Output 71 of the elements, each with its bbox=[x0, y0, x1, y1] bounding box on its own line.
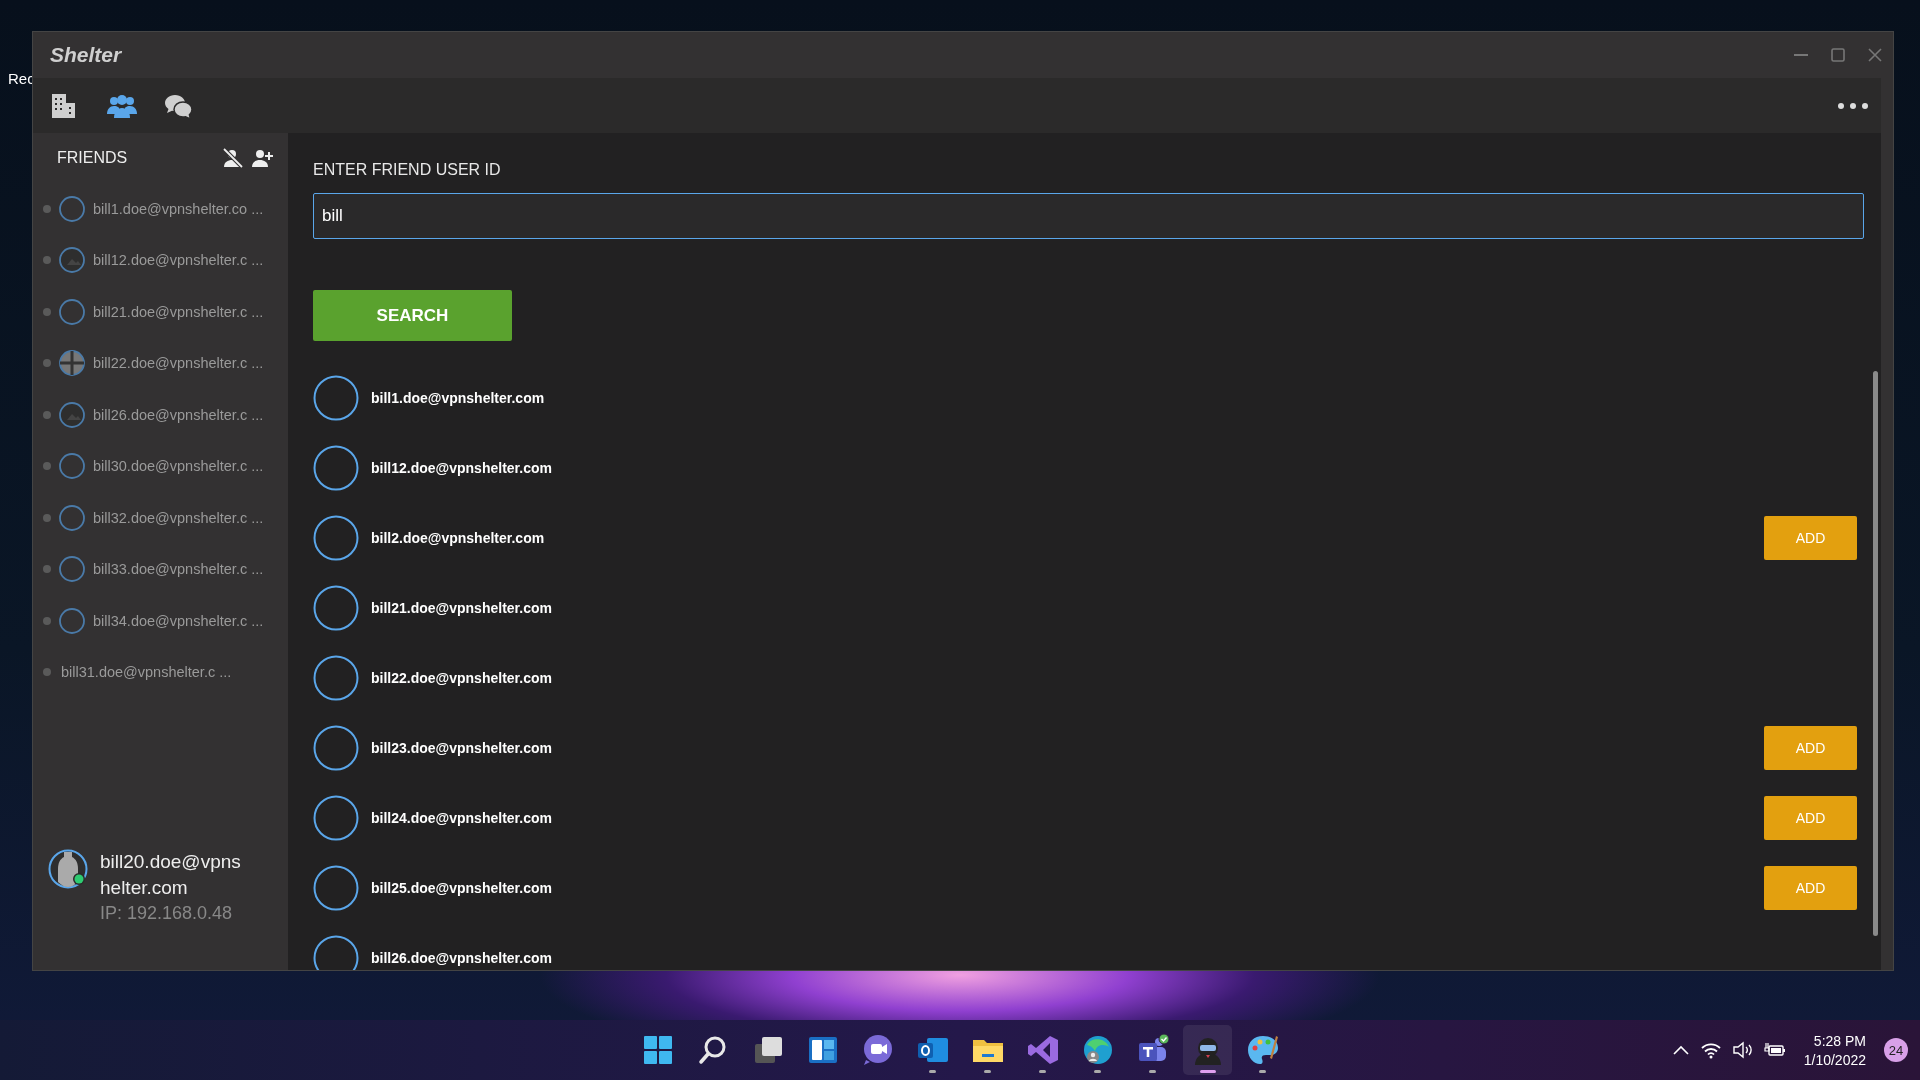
status-dot bbox=[43, 668, 51, 677]
avatar-icon bbox=[59, 607, 85, 634]
scrollbar[interactable] bbox=[1873, 371, 1878, 936]
window-title: Shelter bbox=[50, 43, 122, 67]
friend-item[interactable]: bill22.doe@vpnshelter.c ... bbox=[33, 337, 288, 389]
avatar-icon bbox=[313, 585, 359, 631]
avatar-icon bbox=[59, 556, 85, 583]
clock-time[interactable]: 5:28 PM bbox=[1813, 1032, 1866, 1049]
field-label: ENTER FRIEND USER ID bbox=[313, 161, 502, 179]
user-email: bill23.doe@vpnshelter.com bbox=[371, 740, 553, 756]
wifi-icon[interactable] bbox=[1699, 1041, 1722, 1059]
status-dot bbox=[43, 307, 51, 316]
remove-user-icon bbox=[222, 148, 244, 168]
user-email: bill2.doe@vpnshelter.com bbox=[371, 530, 546, 546]
friend-item[interactable]: bill31.doe@vpnshelter.c ... bbox=[33, 646, 288, 698]
avatar-icon bbox=[313, 935, 359, 970]
avatar-icon bbox=[59, 195, 85, 222]
user-email: bill1.doe@vpnshelter.com bbox=[371, 390, 546, 406]
friend-item[interactable]: bill32.doe@vpnshelter.c ... bbox=[33, 492, 288, 544]
friends-heading: FRIENDS bbox=[57, 149, 129, 167]
avatar-icon bbox=[59, 350, 85, 377]
friend-item[interactable]: bill34.doe@vpnshelter.c ... bbox=[33, 595, 288, 647]
user-email: bill26.doe@vpnshelter.com bbox=[371, 950, 553, 966]
user-email: bill25.doe@vpnshelter.com bbox=[371, 880, 553, 896]
user-email: bill12.doe@vpnshelter.com bbox=[371, 460, 553, 476]
friend-item[interactable]: bill21.doe@vpnshelter.c ... bbox=[33, 286, 288, 338]
avatar-icon bbox=[59, 453, 85, 480]
add-user-icon bbox=[252, 148, 274, 168]
search-button[interactable]: SEARCH bbox=[313, 290, 512, 341]
avatar-icon bbox=[313, 655, 359, 701]
status-dot bbox=[43, 256, 51, 265]
minimize-icon bbox=[1793, 54, 1808, 56]
status-dot bbox=[43, 616, 51, 625]
user-email: bill21.doe@vpnshelter.com bbox=[371, 600, 553, 616]
user-email: bill24.doe@vpnshelter.com bbox=[371, 810, 553, 826]
status-dot bbox=[43, 359, 51, 368]
taskbar-app-button[interactable] bbox=[1183, 1025, 1232, 1075]
friend-item[interactable]: bill12.doe@vpnshelter.c ... bbox=[33, 234, 288, 286]
palette-icon bbox=[1245, 1033, 1280, 1067]
avatar-icon bbox=[59, 247, 85, 274]
maximize-icon bbox=[1830, 48, 1845, 62]
status-dot bbox=[43, 513, 51, 522]
status-dot bbox=[43, 204, 51, 213]
avatar-icon bbox=[313, 795, 359, 841]
code-editor-icon bbox=[1025, 1033, 1060, 1067]
clock-date[interactable]: 1/10/2022 bbox=[1803, 1051, 1866, 1068]
volume-icon[interactable] bbox=[1731, 1041, 1754, 1059]
avatar-icon bbox=[313, 515, 359, 561]
notification-badge[interactable]: 24 bbox=[1884, 1038, 1908, 1062]
friend-item[interactable]: bill30.doe@vpnshelter.c ... bbox=[33, 440, 288, 492]
status-dot bbox=[43, 462, 51, 471]
user-id-field[interactable]: bill bbox=[313, 193, 1864, 239]
friend-item[interactable]: bill26.doe@vpnshelter.c ... bbox=[33, 389, 288, 441]
avatar-icon bbox=[59, 401, 85, 428]
avatar-icon bbox=[59, 504, 85, 531]
user-email: bill22.doe@vpnshelter.com bbox=[371, 670, 553, 686]
chevron-up-icon[interactable] bbox=[1671, 1043, 1690, 1057]
ip-address: IP: 192.168.0.48 bbox=[100, 903, 234, 924]
avatar-icon bbox=[313, 445, 359, 491]
status-dot bbox=[43, 410, 51, 419]
friend-item[interactable]: bill1.doe@vpnshelter.co ... bbox=[33, 183, 288, 235]
avatar-icon bbox=[313, 725, 359, 771]
avatar-icon bbox=[313, 865, 359, 911]
avatar-icon bbox=[59, 298, 85, 325]
battery-icon[interactable] bbox=[1763, 1041, 1786, 1059]
close-icon bbox=[1867, 48, 1882, 62]
user-email: bill20.doe@vpnshelter.com bbox=[100, 850, 242, 900]
friend-item[interactable]: bill33.doe@vpnshelter.c ... bbox=[33, 543, 288, 595]
avatar-icon bbox=[313, 375, 359, 421]
status-dot bbox=[43, 565, 51, 574]
more-options-button[interactable] bbox=[1837, 101, 1869, 110]
